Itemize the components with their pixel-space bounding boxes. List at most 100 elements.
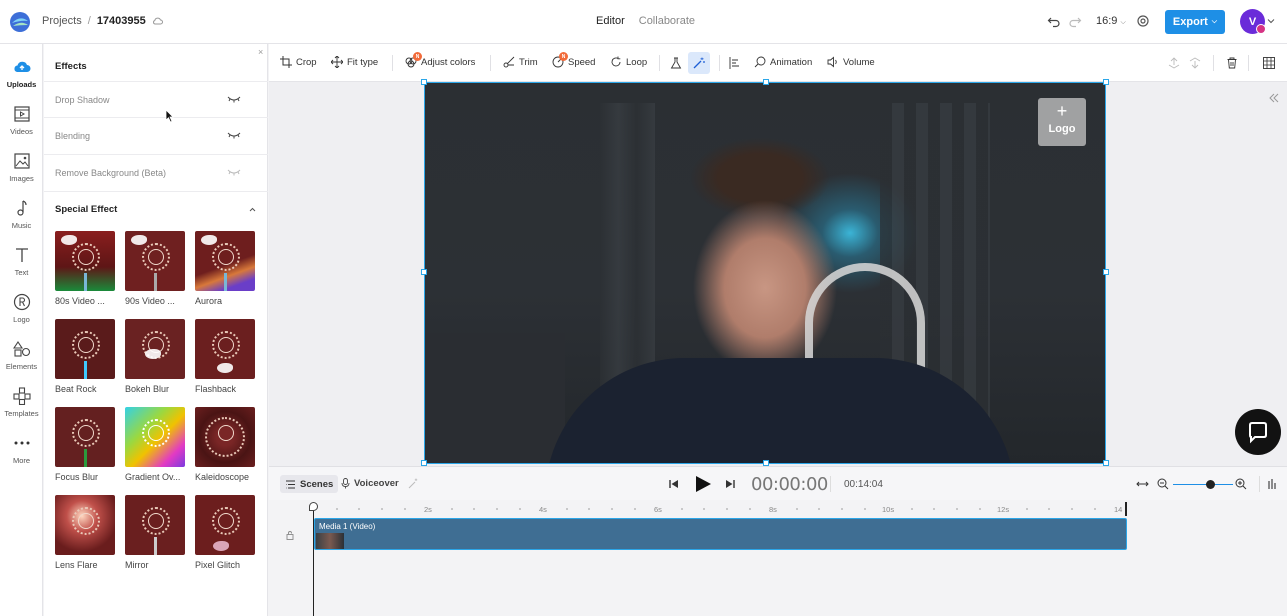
eye-closed-icon[interactable] bbox=[227, 168, 241, 177]
ruler-dot bbox=[588, 508, 590, 510]
effect-tile[interactable]: Mirror bbox=[125, 495, 185, 570]
export-button[interactable]: Export ⌵ bbox=[1165, 10, 1225, 34]
loop-button[interactable]: Loop bbox=[610, 56, 647, 68]
avatar-initial: V bbox=[1248, 15, 1257, 28]
effect-tile[interactable]: Focus Blur bbox=[55, 407, 115, 482]
project-name[interactable]: 17403955 bbox=[97, 15, 146, 27]
effect-tile[interactable]: 90s Video ... bbox=[125, 231, 185, 306]
magic-edit-icon[interactable] bbox=[408, 478, 419, 489]
rail-item-videos[interactable]: Videos bbox=[0, 105, 43, 149]
effect-blending[interactable]: Blending bbox=[44, 117, 268, 153]
playback-bar: Scenes Voiceover 00:00:00 00:14:04 bbox=[269, 466, 1287, 500]
tab-collaborate[interactable]: Collaborate bbox=[639, 15, 695, 27]
ruler-dot bbox=[451, 508, 453, 510]
rail-item-logo[interactable]: Logo bbox=[0, 293, 43, 337]
fit-type-button[interactable]: Fit type bbox=[331, 56, 378, 68]
playhead-line[interactable] bbox=[313, 503, 314, 616]
grid-icon[interactable] bbox=[1263, 57, 1275, 69]
effect-remove-background[interactable]: Remove Background (Beta) bbox=[44, 154, 268, 190]
resize-handle[interactable] bbox=[763, 79, 769, 85]
effect-tile[interactable]: Kaleidoscope bbox=[195, 407, 255, 482]
speed-button[interactable]: Speed N bbox=[552, 52, 595, 68]
settings-gear-icon[interactable] bbox=[1136, 14, 1150, 28]
divider bbox=[830, 476, 831, 492]
aspect-ratio-select[interactable]: 16:9 ⌵ bbox=[1096, 15, 1126, 27]
waveform-bars-icon[interactable] bbox=[1267, 478, 1277, 490]
effect-tile[interactable]: Pixel Glitch bbox=[195, 495, 255, 570]
app-logo-icon[interactable] bbox=[9, 11, 31, 33]
undo-icon[interactable] bbox=[1047, 14, 1061, 28]
rail-item-text[interactable]: Text bbox=[0, 246, 43, 290]
playhead-handle[interactable] bbox=[309, 502, 318, 511]
upload-cloud-icon bbox=[13, 61, 30, 72]
redo-icon[interactable] bbox=[1068, 14, 1082, 28]
volume-button[interactable]: Volume bbox=[827, 56, 875, 68]
rail-item-elements[interactable]: Elements bbox=[0, 340, 43, 384]
skip-forward-icon[interactable] bbox=[725, 479, 735, 489]
crop-icon bbox=[280, 56, 292, 68]
play-icon[interactable] bbox=[694, 475, 712, 493]
ruler-dot bbox=[611, 508, 613, 510]
eye-closed-icon[interactable] bbox=[227, 95, 241, 104]
zoom-in-icon[interactable] bbox=[1235, 478, 1247, 490]
send-backward-icon[interactable] bbox=[1189, 57, 1201, 69]
close-panel-button[interactable]: × bbox=[258, 47, 263, 57]
video-clip[interactable]: Media 1 (Video) bbox=[314, 518, 1127, 550]
rail-item-music[interactable]: Music bbox=[0, 199, 43, 243]
timeline-end-marker[interactable] bbox=[1125, 502, 1127, 516]
resize-handle[interactable] bbox=[1103, 79, 1109, 85]
magic-wand-button[interactable] bbox=[688, 52, 710, 74]
animation-button[interactable]: Animation bbox=[754, 56, 812, 68]
effect-drop-shadow[interactable]: Drop Shadow bbox=[44, 81, 268, 117]
effect-tile[interactable]: Flashback bbox=[195, 319, 255, 394]
trash-icon[interactable] bbox=[1226, 57, 1238, 69]
effect-tile[interactable]: Gradient Ov... bbox=[125, 407, 185, 482]
effect-tile[interactable]: Aurora bbox=[195, 231, 255, 306]
effect-tile[interactable]: 80s Video ... bbox=[55, 231, 115, 306]
voiceover-button[interactable]: Voiceover bbox=[341, 478, 399, 489]
rail-item-images[interactable]: Images bbox=[0, 152, 43, 196]
zoom-slider-handle[interactable] bbox=[1206, 480, 1215, 489]
ruler-dot bbox=[681, 508, 683, 510]
effect-tile-label: Pixel Glitch bbox=[195, 560, 241, 570]
bring-forward-icon[interactable] bbox=[1168, 57, 1180, 69]
zoom-slider-track[interactable] bbox=[1173, 484, 1233, 485]
breadcrumb-projects-link[interactable]: Projects bbox=[42, 15, 82, 27]
effect-tile-label: 90s Video ... bbox=[125, 296, 175, 306]
resize-handle[interactable] bbox=[421, 269, 427, 275]
trim-button[interactable]: Trim bbox=[503, 56, 538, 68]
ruler-tick-label: 2s bbox=[424, 505, 432, 514]
resize-handle[interactable] bbox=[1103, 269, 1109, 275]
effect-label: Remove Background (Beta) bbox=[55, 168, 167, 178]
canvas-area: + Logo bbox=[269, 79, 1287, 466]
rail-item-uploads[interactable]: Uploads bbox=[0, 58, 43, 102]
chevron-down-icon[interactable] bbox=[1267, 17, 1275, 25]
eye-closed-icon[interactable] bbox=[227, 131, 241, 140]
resize-handle[interactable] bbox=[421, 79, 427, 85]
chevron-up-icon[interactable] bbox=[248, 205, 257, 214]
chevron-down-icon: ⌵ bbox=[1211, 18, 1218, 25]
scenes-button[interactable]: Scenes bbox=[280, 475, 339, 493]
effect-thumbnail bbox=[125, 495, 185, 555]
rail-item-templates[interactable]: Templates bbox=[0, 387, 43, 431]
track-lock-icon[interactable] bbox=[286, 530, 296, 540]
align-left-icon[interactable] bbox=[729, 57, 741, 69]
effect-tile[interactable]: Beat Rock bbox=[55, 319, 115, 394]
fit-timeline-icon[interactable] bbox=[1136, 479, 1149, 489]
rail-label: Uploads bbox=[6, 80, 37, 89]
crop-button[interactable]: Crop bbox=[280, 56, 317, 68]
adjust-colors-button[interactable]: Adjust colors N bbox=[405, 52, 475, 68]
flask-icon[interactable] bbox=[670, 57, 682, 69]
effect-tile[interactable]: Bokeh Blur bbox=[125, 319, 185, 394]
support-chat-button[interactable] bbox=[1235, 409, 1281, 455]
video-preview[interactable]: + Logo bbox=[424, 82, 1106, 464]
tab-editor[interactable]: Editor bbox=[596, 15, 625, 27]
skip-back-icon[interactable] bbox=[669, 479, 679, 489]
ruler-dot bbox=[956, 508, 958, 510]
add-logo-button[interactable]: + Logo bbox=[1038, 98, 1086, 146]
rail-item-more[interactable]: More bbox=[0, 434, 43, 478]
zoom-out-icon[interactable] bbox=[1157, 478, 1169, 490]
effect-tile[interactable]: Lens Flare bbox=[55, 495, 115, 570]
double-chevron-left-icon[interactable] bbox=[1268, 92, 1280, 104]
breadcrumb: Projects / 17403955 bbox=[42, 15, 163, 27]
